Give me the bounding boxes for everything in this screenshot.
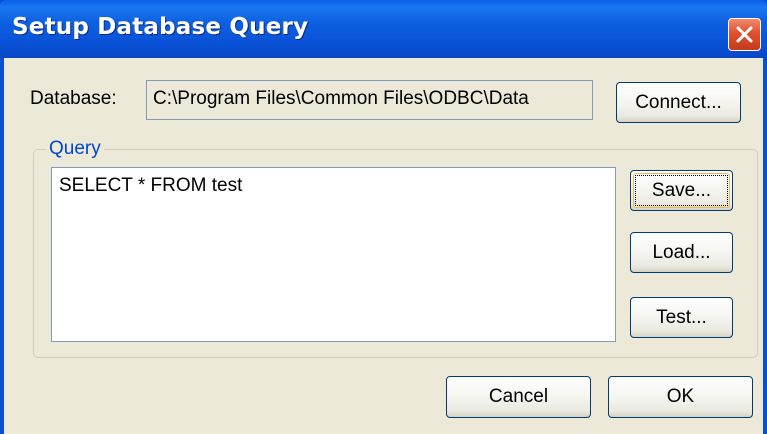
save-button[interactable]: Save...: [630, 170, 733, 211]
test-button-label: Test...: [656, 307, 707, 328]
ok-button-label: OK: [666, 386, 695, 407]
connect-button[interactable]: Connect...: [616, 82, 741, 123]
query-group-label: Query: [46, 138, 104, 160]
close-icon: [736, 26, 753, 43]
database-label: Database:: [30, 88, 117, 109]
title-bar[interactable]: Setup Database Query: [0, 0, 767, 58]
focus-indicator: [635, 175, 728, 206]
query-textarea[interactable]: SELECT * FROM test: [51, 167, 616, 342]
window-title: Setup Database Query: [12, 14, 309, 40]
save-button-label: Save...: [651, 180, 712, 201]
database-path-field[interactable]: C:\Program Files\Common Files\ODBC\Data: [146, 80, 593, 120]
dialog-body: Database: C:\Program Files\Common Files\…: [4, 58, 763, 434]
close-button[interactable]: [728, 18, 761, 51]
load-button[interactable]: Load...: [630, 232, 733, 273]
dialog-window: Setup Database Query Database: C:\Progra…: [0, 0, 767, 434]
load-button-label: Load...: [652, 242, 711, 263]
test-button[interactable]: Test...: [630, 297, 733, 338]
ok-button[interactable]: OK: [608, 376, 753, 418]
connect-button-label: Connect...: [635, 92, 722, 113]
cancel-button[interactable]: Cancel: [446, 376, 591, 418]
cancel-button-label: Cancel: [488, 386, 549, 407]
